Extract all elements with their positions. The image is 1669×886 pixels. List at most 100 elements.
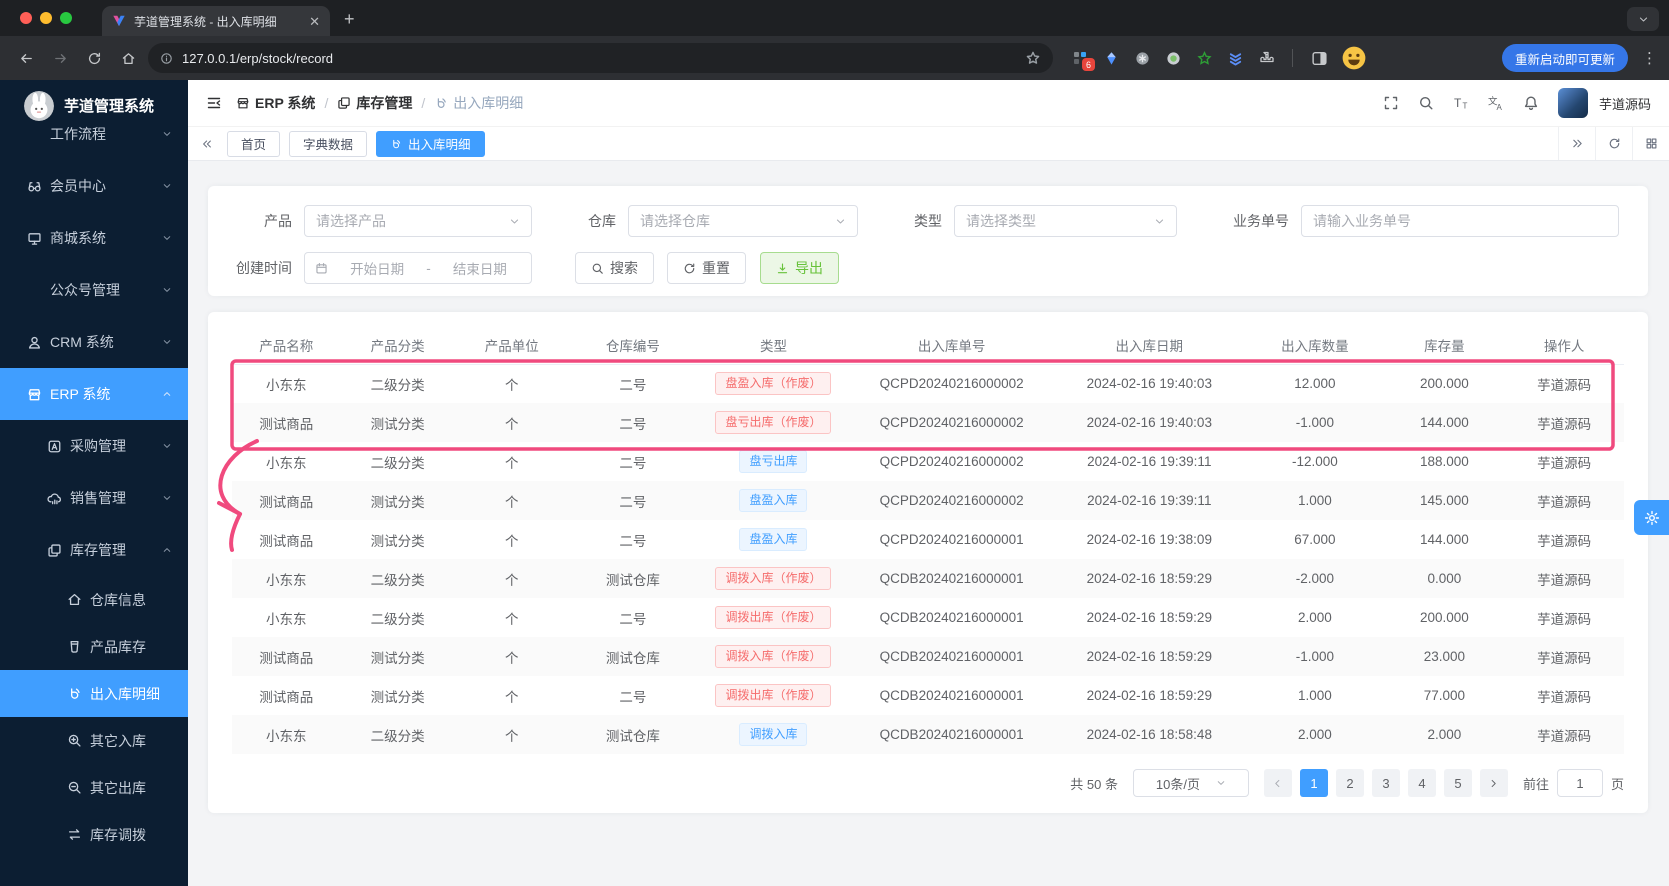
extension-dot-icon[interactable] [1164, 49, 1182, 67]
sidebar-item-mp[interactable]: 公众号管理 [0, 264, 188, 316]
profile-avatar[interactable] [1341, 45, 1367, 71]
tab-search-button[interactable] [1627, 7, 1659, 31]
reset-button[interactable]: 重置 [667, 252, 746, 284]
chrome-menu-icon[interactable]: ⋮ [1642, 49, 1657, 67]
goto-page-input[interactable] [1556, 769, 1603, 797]
home-button[interactable] [114, 44, 142, 72]
cell-stock: 188.000 [1419, 454, 1469, 469]
sidebar-item-label: 销售管理 [70, 490, 126, 506]
table-row[interactable]: 小东东 二级分类 个 测试仓库 调拨入库 QCDB20240216000001 2024-0… [232, 715, 1624, 754]
warehouse-select[interactable]: 请选择仓库 [628, 205, 858, 237]
site-info-icon[interactable] [160, 52, 173, 65]
table-row[interactable]: 测试商品 测试分类 个 二号 盘盈入库 QCPD20240216000002 2024-02… [232, 481, 1624, 520]
sidebar-item-label: 仓库信息 [90, 591, 146, 608]
next-page-button[interactable] [1479, 769, 1508, 797]
page-button-2[interactable]: 2 [1335, 769, 1364, 797]
type-badge: 调拨入库 [739, 723, 808, 746]
address-bar[interactable]: 127.0.0.1/erp/stock/record [148, 43, 1053, 73]
sidebar-item-warehouse-info[interactable]: 仓库信息 [0, 576, 188, 623]
sidebar-item-label: ERP 系统 [50, 386, 111, 402]
page-button-5[interactable]: 5 [1443, 769, 1472, 797]
goto-label: 前往 [1522, 776, 1549, 792]
chrome-update-button[interactable]: 重新启动即可更新 [1501, 44, 1628, 72]
transfer-icon [67, 827, 90, 842]
sidebar-item-erp[interactable]: ERP 系统 [0, 368, 188, 420]
search-button[interactable]: 搜索 [575, 252, 654, 284]
extensions-puzzle-icon[interactable] [1257, 49, 1275, 67]
username[interactable]: 芋道源码 [1599, 94, 1651, 113]
sidebar-item-product-stock[interactable]: 产品库存 [0, 623, 188, 670]
fullscreen-icon[interactable] [1383, 95, 1399, 111]
tag-tab-出入库明细[interactable]: 出入库明细 [376, 130, 485, 157]
table-row[interactable]: 小东东 二级分类 个 二号 盘盈入库（作废） QCPD20240216000002 2024… [232, 364, 1624, 403]
sidebar-item-other-out[interactable]: 其它出库 [0, 764, 188, 811]
sidebar-item-member[interactable]: 会员中心 [0, 160, 188, 212]
sidebar-item-sales[interactable]: 销售管理 [0, 472, 188, 524]
browser-tab[interactable]: 芋道管理系统 - 出入库明细 ✕ [102, 6, 330, 36]
theme-settings-button[interactable] [1634, 500, 1669, 535]
sidebar-item-stock-move[interactable]: 库存调拨 [0, 811, 188, 858]
sidebar-item-label: 商城系统 [50, 230, 106, 246]
page-size-select[interactable]: 10条/页 [1132, 769, 1249, 797]
locale-icon[interactable]: 文A [1488, 95, 1504, 112]
side-panel-icon[interactable] [1310, 49, 1328, 67]
page-button-3[interactable]: 3 [1371, 769, 1400, 797]
tag-tab-首页[interactable]: 首页 [227, 130, 281, 157]
sidebar-item-stock[interactable]: 库存管理 [0, 524, 188, 576]
date-range-picker[interactable]: 开始日期 - 结束日期 [304, 252, 532, 284]
table-row[interactable]: 测试商品 测试分类 个 测试仓库 调拨入库（作废） QCDB20240216000001 2… [232, 637, 1624, 676]
table-row[interactable]: 测试商品 测试分类 个 二号 调拨出库（作废） QCDB20240216000001 202… [232, 676, 1624, 715]
extension-circle-icon[interactable] [1133, 49, 1151, 67]
minimize-window-button[interactable] [40, 12, 52, 24]
product-select[interactable]: 请选择产品 [304, 205, 532, 237]
tag-tab-字典数据[interactable]: 字典数据 [289, 130, 368, 157]
tags-scroll-left-icon[interactable] [196, 138, 218, 150]
breadcrumb-item[interactable]: 库存管理 [337, 93, 412, 113]
table-row[interactable]: 小东东 二级分类 个 二号 调拨出库（作废） QCDB20240216000001 2024… [232, 598, 1624, 637]
sidebar-item-stock-record[interactable]: 出入库明细 [0, 670, 188, 717]
close-window-button[interactable] [20, 12, 32, 24]
table-row[interactable]: 小东东 二级分类 个 测试仓库 调拨入库（作废） QCDB20240216000001 20… [232, 559, 1624, 598]
new-tab-button[interactable]: + [344, 9, 355, 30]
notification-bell-icon[interactable] [1523, 95, 1539, 111]
table-row[interactable]: 测试商品 测试分类 个 二号 盘亏出库（作废） QCPD20240216000002 202… [232, 403, 1624, 442]
user-avatar[interactable] [1557, 88, 1588, 118]
page-button-1[interactable]: 1 [1299, 769, 1328, 797]
maximize-window-button[interactable] [60, 12, 72, 24]
prev-page-button[interactable] [1263, 769, 1292, 797]
export-button[interactable]: 导出 [760, 252, 839, 284]
browser-tab-strip: 芋道管理系统 - 出入库明细 ✕ + [0, 0, 1669, 36]
extension-grid-icon[interactable]: 6 [1071, 49, 1095, 71]
table-row[interactable]: 小东东 二级分类 个 二号 盘亏出库 QCPD20240216000002 2024-02-… [232, 442, 1624, 481]
search-icon[interactable] [1418, 95, 1434, 111]
extension-star-icon[interactable] [1195, 49, 1213, 67]
cell-quantity: -2.000 [1295, 571, 1335, 586]
breadcrumb-item[interactable]: ERP 系统 [236, 93, 315, 113]
cell-name: 测试商品 [259, 494, 314, 510]
forward-button[interactable] [46, 44, 74, 72]
sidebar-item-workflow[interactable]: 工作流程 [0, 108, 188, 160]
extension-chevrons-icon[interactable] [1226, 49, 1244, 67]
bizno-input[interactable]: 请输入业务单号 [1301, 205, 1619, 237]
sidebar-item-other-in[interactable]: 其它入库 [0, 717, 188, 764]
page-button-4[interactable]: 4 [1407, 769, 1436, 797]
sidebar-item-crm[interactable]: CRM 系统 [0, 316, 188, 368]
extension-pin-icon[interactable] [1102, 49, 1120, 67]
back-button[interactable] [12, 44, 40, 72]
font-size-icon[interactable]: TT [1453, 95, 1469, 111]
bookmark-star-icon[interactable] [1025, 50, 1041, 66]
tags-layout-grid-icon[interactable] [1632, 127, 1669, 160]
cell-date: 2024-02-16 18:59:29 [1086, 649, 1212, 664]
sidebar-item-purchase[interactable]: 采购管理 [0, 420, 188, 472]
table-row[interactable]: 测试商品 测试分类 个 二号 盘盈入库 QCPD20240216000001 2024-02… [232, 520, 1624, 559]
menu-fold-icon[interactable] [206, 95, 222, 111]
browser-toolbar: 127.0.0.1/erp/stock/record 6 重新启动即可更新 ⋮ [0, 36, 1669, 80]
cell-operator: 芋道源码 [1537, 533, 1592, 549]
tags-scroll-right-icon[interactable] [1558, 127, 1595, 160]
breadcrumb-item[interactable]: 出入库明细 [434, 93, 523, 113]
type-select[interactable]: 请选择类型 [954, 205, 1177, 237]
reload-button[interactable] [80, 44, 108, 72]
tab-close-icon[interactable]: ✕ [309, 15, 320, 28]
sidebar-item-mall[interactable]: 商城系统 [0, 212, 188, 264]
tags-refresh-icon[interactable] [1595, 127, 1632, 160]
